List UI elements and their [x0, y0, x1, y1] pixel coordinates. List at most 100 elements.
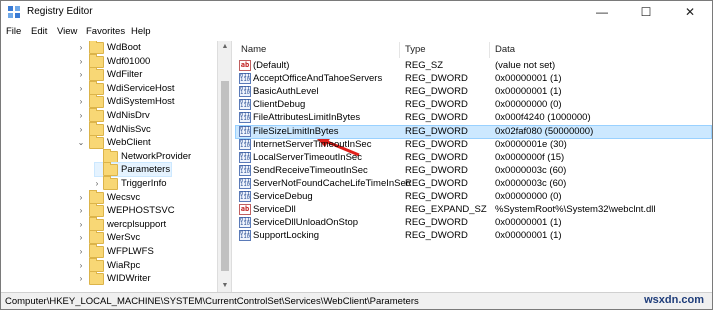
value-name: InternetServerTimeoutInSec	[253, 138, 372, 150]
tree-item[interactable]: › Wecsvc	[77, 189, 199, 204]
value-row[interactable]: 011 110 BasicAuthLevel REG_DWORD 0x00000001 …	[235, 85, 712, 98]
value-row[interactable]: 011 110 SupportLocking REG_DWORD 0x00000001 …	[235, 229, 712, 242]
chevron-right-icon[interactable]: ›	[77, 82, 85, 95]
menu-edit[interactable]: Edit	[31, 26, 47, 37]
folder-icon	[89, 80, 104, 95]
folder-icon	[89, 108, 104, 122]
tree-item[interactable]: › TriggerInfo	[93, 176, 215, 190]
chevron-right-icon[interactable]: ›	[77, 204, 85, 217]
value-data: 0x0000000f (15)	[495, 151, 565, 163]
tree-item-label: WIDWriter	[107, 273, 151, 285]
tree-item[interactable]: › WdFilter	[77, 67, 199, 82]
folder-icon	[89, 244, 104, 258]
chevron-right-icon[interactable]: ›	[93, 177, 101, 190]
chevron-right-icon[interactable]: ›	[77, 123, 85, 136]
column-header-name[interactable]: Name	[241, 42, 266, 57]
binary-value-icon: 011 110	[239, 191, 251, 202]
menu-file[interactable]: File	[6, 26, 21, 37]
tree-item[interactable]: › WFPLWFS	[77, 244, 199, 258]
chevron-right-icon[interactable]: ›	[77, 272, 85, 285]
folder-icon	[89, 94, 104, 109]
chevron-right-icon[interactable]: ›	[77, 245, 85, 258]
column-divider[interactable]	[399, 42, 400, 58]
registry-app-icon	[8, 6, 20, 18]
value-name: (Default)	[253, 60, 290, 71]
string-value-icon: ab	[239, 204, 251, 216]
column-divider[interactable]	[489, 42, 490, 58]
tree-item-label: WdiSystemHost	[107, 96, 175, 108]
value-row[interactable]: 011 110 AcceptOfficeAndTahoeServers REG_DWO…	[235, 72, 712, 85]
tree-item[interactable]: › wercplsupport	[77, 216, 199, 231]
value-data: %SystemRoot%\System32\webclnt.dll	[495, 204, 656, 216]
value-row[interactable]: 011 110 LocalServerTimeoutInSec REG_DWORD 0x…	[235, 151, 712, 164]
tree-item[interactable]: NetworkProvider	[95, 148, 215, 163]
chevron-right-icon[interactable]: ›	[77, 41, 85, 54]
value-row[interactable]: 011 110 FileAttributesLimitInBytes REG_DWOR…	[235, 111, 712, 124]
chevron-right-icon[interactable]: ›	[77, 218, 85, 231]
status-bar: Computer\HKEY_LOCAL_MACHINE\SYSTEM\Curre…	[1, 292, 712, 309]
tree-item[interactable]: › WdiSystemHost	[77, 94, 199, 109]
value-type: REG_DWORD	[405, 217, 468, 229]
folder-icon	[89, 189, 104, 204]
column-header-data[interactable]: Data	[495, 42, 515, 57]
value-row[interactable]: 011 110 ServiceDllUnloadOnStop REG_DWORD 0x0…	[235, 216, 712, 229]
value-row[interactable]: ab (Default) REG_SZ (value not set)	[235, 59, 712, 72]
binary-value-icon: 011 110	[239, 112, 251, 124]
tree-item[interactable]: › Wdf01000	[77, 53, 199, 68]
menu-help[interactable]: Help	[131, 26, 151, 37]
scrollbar-thumb[interactable]	[221, 81, 229, 271]
tree-scrollbar[interactable]: ▲ ▼	[217, 41, 232, 292]
minimize-button[interactable]: —	[580, 1, 624, 24]
value-type: REG_DWORD	[405, 191, 468, 202]
value-row[interactable]: ab ServiceDll REG_EXPAND_SZ %SystemRoot%\Sy…	[235, 203, 712, 216]
close-button[interactable]: ✕	[668, 1, 712, 24]
chevron-right-icon[interactable]: ›	[77, 109, 85, 122]
chevron-right-icon[interactable]: ›	[77, 191, 85, 204]
menu-view[interactable]: View	[57, 26, 77, 37]
tree-item[interactable]: › WdiServiceHost	[77, 80, 199, 95]
folder-icon	[89, 216, 104, 231]
value-data: 0x000f4240 (1000000)	[495, 112, 591, 124]
folder-icon	[89, 53, 104, 68]
value-data: 0x00000001 (1)	[495, 217, 562, 229]
chevron-right-icon[interactable]: ›	[77, 68, 85, 81]
value-data: (value not set)	[495, 60, 556, 71]
registry-values-list[interactable]: Name Type Data ab (Default) REG_SZ (value n…	[235, 41, 712, 292]
tree-item[interactable]: › WdNisSvc	[77, 121, 199, 136]
value-data: 0x00000001 (1)	[495, 230, 562, 242]
tree-item[interactable]: › WiaRpc	[77, 257, 199, 272]
binary-value-icon: 011 110	[239, 151, 251, 163]
chevron-right-icon[interactable]: ›	[77, 259, 85, 272]
value-row[interactable]: 011 110 ServiceDebug REG_DWORD 0x00000000 (0…	[235, 190, 712, 203]
value-row[interactable]: 011 110 ServerNotFoundCacheLifeTimeInSec RE…	[235, 177, 712, 190]
tree-item[interactable]: › WIDWriter	[77, 271, 199, 286]
tree-item[interactable]: Parameters	[94, 162, 172, 178]
scroll-up-icon[interactable]: ▲	[218, 41, 232, 53]
column-header-type[interactable]: Type	[405, 42, 426, 57]
value-row[interactable]: 011 110 ClientDebug REG_DWORD 0x00000000 (0)	[235, 98, 712, 111]
value-row[interactable]: 011 110 FileSizeLimitInBytes REG_DWORD 0x02f…	[235, 124, 712, 139]
binary-value-icon: 011 110	[239, 73, 251, 85]
value-data: 0x00000001 (1)	[495, 86, 562, 98]
value-data: 0x02faf080 (50000000)	[495, 125, 594, 137]
tree-item[interactable]: › WEPHOSTSVC	[77, 203, 199, 218]
chevron-right-icon[interactable]: ›	[77, 231, 85, 244]
menu-favorites[interactable]: Favorites	[86, 26, 125, 37]
tree-item[interactable]: › WerSvc	[77, 230, 199, 245]
tree-item[interactable]: ⌄ WebClient	[77, 135, 199, 150]
tree-item-label: WebClient	[107, 137, 151, 149]
scroll-down-icon[interactable]: ▼	[218, 280, 232, 292]
chevron-right-icon[interactable]: ›	[77, 95, 85, 108]
value-name: BasicAuthLevel	[253, 86, 319, 98]
tree-item-label: WdBoot	[107, 42, 141, 53]
value-type: REG_DWORD	[405, 230, 468, 242]
tree-item[interactable]: › WdBoot	[79, 41, 199, 54]
tree-item[interactable]: › WdNisDrv	[77, 108, 199, 122]
value-row[interactable]: 011 110 SendReceiveTimeoutInSec REG_DWORD 0x…	[235, 164, 712, 177]
value-row[interactable]: 011 110 InternetServerTimeoutInSec REG_DWOR…	[235, 138, 712, 151]
chevron-right-icon[interactable]: ›	[77, 55, 85, 68]
registry-key-tree[interactable]: › WdBoot › Wdf01000 › WdFilter › WdiServiceHost…	[1, 41, 228, 292]
value-name: FileAttributesLimitInBytes	[253, 112, 361, 124]
chevron-down-icon[interactable]: ⌄	[77, 136, 85, 149]
maximize-button[interactable]: ☐	[624, 1, 668, 24]
